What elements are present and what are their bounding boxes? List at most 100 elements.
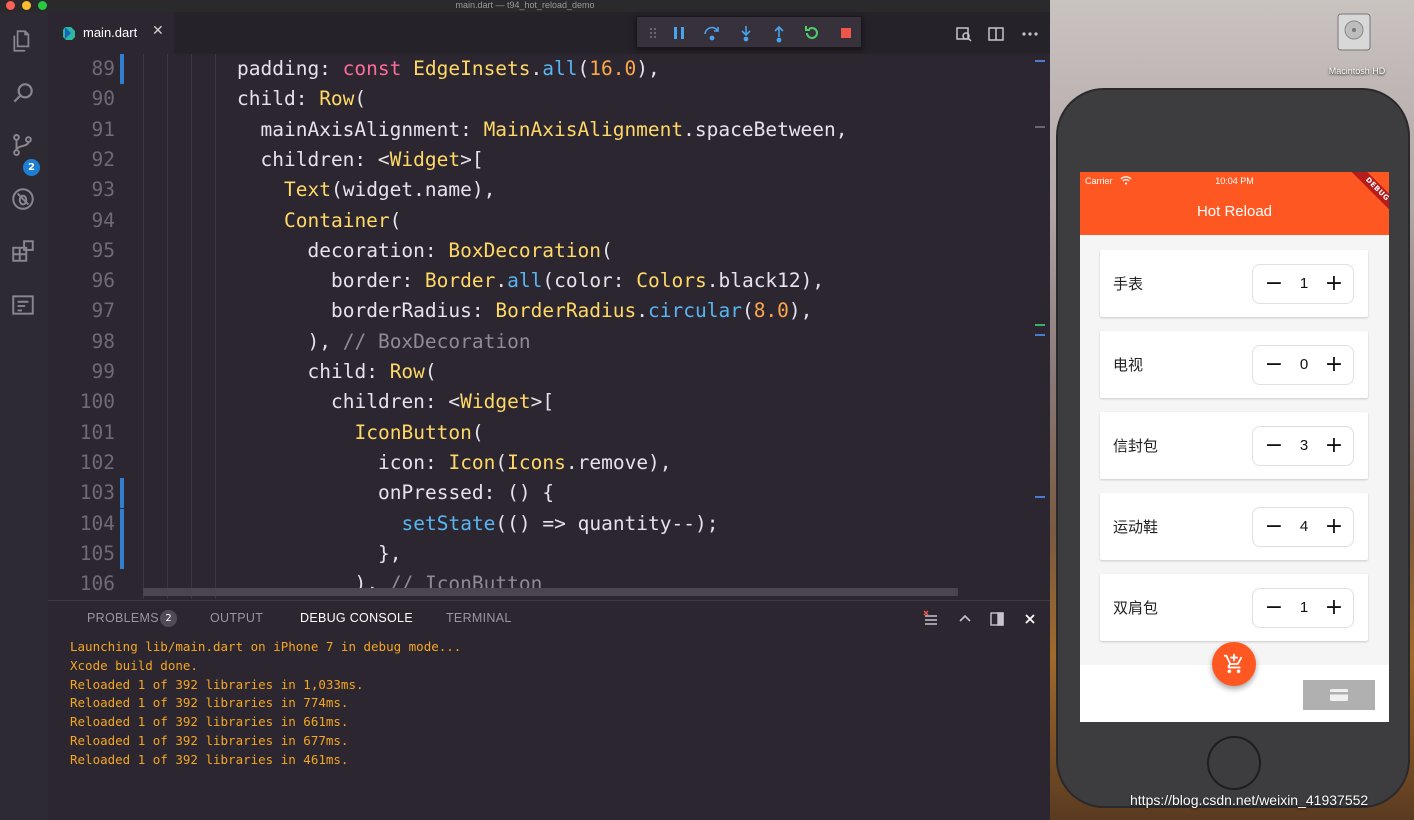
code-line[interactable]: 102 icon: Icon(Icons.remove),	[48, 448, 1038, 478]
quantity-stepper: −1 +	[1252, 264, 1354, 304]
line-number: 103	[79, 481, 115, 505]
source-control-icon[interactable]	[10, 132, 36, 158]
code-token: Row	[389, 360, 425, 383]
code-line[interactable]: 89 padding: const EdgeInsets.all(16.0),	[48, 54, 1038, 84]
hard-drive-icon[interactable]	[1336, 6, 1372, 54]
stop-icon[interactable]	[836, 23, 856, 43]
code-line[interactable]: 101 IconButton(	[48, 418, 1038, 448]
iphone-simulator: Carrier 10:04 PM Hot Reload DEBUG 手表 −1 + 电…	[1058, 90, 1408, 806]
code-line[interactable]: 92 children: <Widget>[	[48, 145, 1038, 175]
step-out-icon[interactable]	[769, 23, 789, 43]
hot-restart-icon[interactable]	[802, 23, 822, 43]
drag-handle-icon[interactable]	[643, 23, 663, 43]
code-line[interactable]: 96 border: Border.all(color: Colors.black…	[48, 266, 1038, 296]
code-token: .	[636, 299, 649, 323]
product-card: 运动鞋 −4 +	[1100, 493, 1368, 560]
dart-file-icon	[63, 27, 75, 40]
editor-tab-bar: main.dart ✕	[48, 12, 1050, 54]
code-line[interactable]: 104 setState(() => quantity--);	[48, 508, 1038, 539]
increment-button[interactable]: +	[1323, 271, 1345, 297]
tab-output[interactable]: OUTPUT	[210, 611, 263, 625]
decrement-button[interactable]: −	[1263, 352, 1285, 378]
hard-drive-label: Macintosh HD	[1328, 66, 1386, 76]
code-line[interactable]: 100 children: <Widget>[	[48, 387, 1038, 417]
code-text: border: Border.all(color: Colors.black12…	[331, 266, 824, 296]
product-card: 信封包 −3 +	[1100, 412, 1368, 479]
code-line[interactable]: 90 child: Row(	[48, 84, 1038, 114]
overview-ruler[interactable]	[1033, 54, 1050, 599]
decrement-button[interactable]: −	[1263, 514, 1285, 540]
open-devtools-icon[interactable]	[954, 24, 974, 44]
code-line[interactable]: 94 Container(	[48, 206, 1038, 236]
checkout-button[interactable]	[1303, 680, 1375, 710]
maximize-panel-icon[interactable]	[988, 610, 1006, 628]
quantity-value: 1	[1299, 275, 1309, 292]
code-editor[interactable]: 89 padding: const EdgeInsets.all(16.0), 90…	[48, 54, 1050, 599]
line-number: 93	[91, 178, 115, 202]
product-name: 双肩包	[1113, 599, 1159, 617]
code-token: all	[542, 57, 578, 80]
code-line[interactable]: 103 onPressed: () {	[48, 478, 1038, 509]
increment-button[interactable]: +	[1323, 352, 1345, 378]
console-line: Launching lib/main.dart on iPhone 7 in d…	[70, 639, 462, 654]
step-into-icon[interactable]	[736, 23, 756, 43]
decrement-button[interactable]: −	[1263, 595, 1285, 621]
add-to-cart-fab[interactable]	[1212, 642, 1256, 686]
app-screen: Carrier 10:04 PM Hot Reload DEBUG 手表 −1 + 电…	[1080, 172, 1389, 722]
code-token: (widget.name),	[330, 178, 496, 202]
code-token: MainAxisAlignment	[483, 117, 684, 141]
close-panel-icon[interactable]	[1021, 610, 1039, 628]
code-line[interactable]: 97 borderRadius: BorderRadius.circular(8.…	[48, 296, 1038, 326]
increment-button[interactable]: +	[1323, 433, 1345, 459]
search-icon[interactable]	[10, 80, 36, 106]
tab-main-dart[interactable]: main.dart ✕	[48, 12, 174, 54]
code-line[interactable]: 95 decoration: BoxDecoration(	[48, 236, 1038, 266]
split-editor-icon[interactable]	[986, 24, 1006, 44]
line-number: 94	[91, 208, 115, 232]
problems-count-badge: 2	[160, 610, 177, 627]
decrement-button[interactable]: −	[1263, 271, 1285, 297]
tab-debug-console[interactable]: DEBUG CONSOLE	[300, 611, 413, 625]
debug-icon[interactable]	[10, 186, 36, 212]
code-line[interactable]: 91 mainAxisAlignment: MainAxisAlignment.s…	[48, 115, 1038, 145]
clear-console-icon[interactable]	[922, 610, 940, 628]
pause-icon[interactable]	[669, 23, 689, 43]
code-text: Text(widget.name),	[284, 175, 495, 205]
code-token: 8.0	[753, 299, 789, 323]
flutter-outline-icon[interactable]	[10, 292, 36, 318]
code-text: children: <Widget>[	[331, 387, 554, 417]
explorer-icon[interactable]	[10, 28, 36, 54]
extensions-icon[interactable]	[10, 238, 36, 264]
ios-status-bar: Carrier 10:04 PM	[1080, 172, 1389, 190]
code-line[interactable]: 93 Text(widget.name),	[48, 175, 1038, 205]
macos-desktop: Macintosh HD Carrier 10:04 PM Hot Reload…	[1050, 0, 1414, 820]
tab-terminal[interactable]: TERMINAL	[446, 611, 512, 625]
code-text: },	[378, 539, 401, 569]
product-card: 电视 −0 +	[1100, 331, 1368, 398]
collapse-panel-icon[interactable]	[956, 610, 974, 628]
code-token: Icons	[507, 450, 566, 474]
console-line: Reloaded 1 of 392 libraries in 677ms.	[70, 733, 349, 748]
close-tab-icon[interactable]: ✕	[152, 23, 164, 39]
code-token: ),	[307, 329, 343, 353]
code-text: setState(() => quantity--);	[402, 509, 719, 539]
increment-button[interactable]: +	[1323, 595, 1345, 621]
code-token: EdgeInsets	[413, 57, 531, 80]
code-text: ), // BoxDecoration	[308, 327, 531, 357]
more-actions-icon[interactable]	[1020, 24, 1040, 44]
line-number: 91	[91, 117, 115, 141]
horizontal-scrollbar[interactable]	[143, 588, 958, 596]
code-line[interactable]: 98), // BoxDecoration	[48, 327, 1038, 357]
code-line[interactable]: 99 child: Row(	[48, 357, 1038, 387]
code-line[interactable]: 105},	[48, 538, 1038, 569]
tab-problems[interactable]: PROBLEMS	[87, 611, 159, 625]
tab-label: main.dart	[83, 25, 138, 40]
line-number: 101	[79, 420, 115, 444]
code-token: (() => quantity--);	[495, 511, 719, 535]
home-button[interactable]	[1207, 736, 1261, 790]
decrement-button[interactable]: −	[1263, 433, 1285, 459]
step-over-icon[interactable]	[702, 23, 722, 43]
increment-button[interactable]: +	[1323, 514, 1345, 540]
code-token: // BoxDecoration	[342, 329, 531, 353]
line-number: 89	[91, 57, 115, 80]
